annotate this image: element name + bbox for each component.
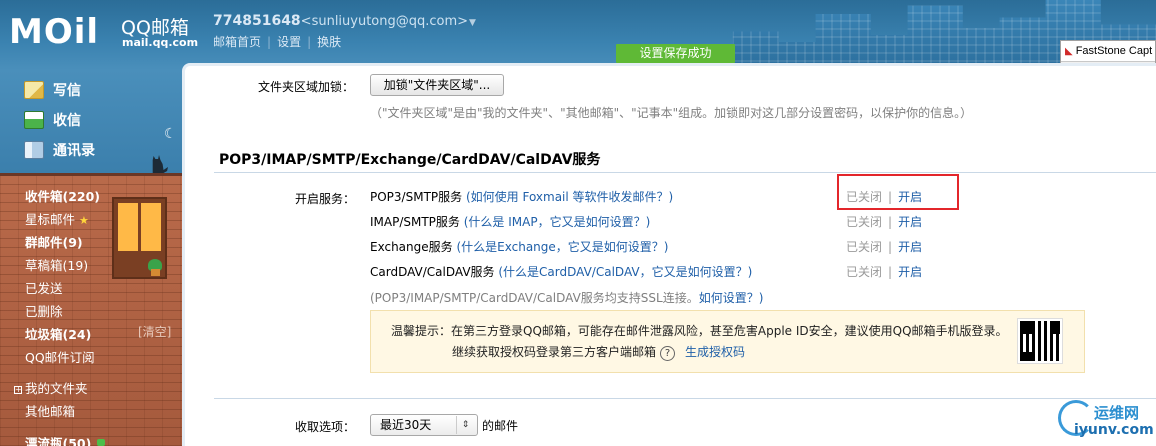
select-updown-icon: ⇕ xyxy=(456,416,474,434)
top-links: 邮箱首页 | 设置 | 换肤 xyxy=(213,35,342,49)
faststone-title: FastStone Capt xyxy=(1075,45,1153,57)
service-help-link[interactable]: (什么是Exchange，它又是如何设置？) xyxy=(456,240,668,254)
faststone-logo-icon: ◣ xyxy=(1065,45,1073,57)
watermark-en: iyunv.com xyxy=(1074,422,1154,438)
lock-label: 文件夹区域加锁： xyxy=(258,80,355,94)
nav-receive[interactable]: 收信 xyxy=(24,108,81,132)
nav-write-label: 写信 xyxy=(53,83,81,99)
qr-code-icon xyxy=(1017,318,1063,364)
lock-hint: （"文件夹区域"是由"我的文件夹"、"其他邮箱"、"记事本"组成。加锁即对这几部… xyxy=(370,106,973,120)
watermark-logo: 运维网 iyunv.com xyxy=(1052,398,1156,446)
account-number: 774851648 xyxy=(213,13,301,29)
enable-exchange-button[interactable]: 开启 xyxy=(898,240,922,254)
service-row-carddav: CardDAV/CalDAV服务 (什么是CardDAV/CalDAV，它又是如… xyxy=(370,263,752,280)
section-divider xyxy=(214,172,1156,173)
folder-inbox[interactable]: 收件箱(220) xyxy=(25,186,100,205)
service-toggle-exchange: 已关闭 | 开启 xyxy=(846,240,923,254)
service-state: 已关闭 xyxy=(846,240,883,254)
star-icon: ★ xyxy=(79,214,89,227)
section-title: POP3/IMAP/SMTP/Exchange/CardDAV/CalDAV服务 xyxy=(219,152,601,168)
ssl-note-text: (POP3/IMAP/SMTP/CardDAV/CalDAV服务均支持SSL连接… xyxy=(370,291,699,305)
link-mail-home[interactable]: 邮箱首页 xyxy=(213,35,261,49)
service-row-pop3: POP3/SMTP服务 (如何使用 Foxmail 等软件收发邮件？) xyxy=(370,188,673,205)
service-help-link[interactable]: (什么是CardDAV/CalDAV，它又是如何设置？) xyxy=(498,265,752,279)
bottom-divider xyxy=(214,398,1156,399)
link-skin[interactable]: 换肤 xyxy=(317,35,341,49)
receive-range-select[interactable]: 最近30天 ⇕ xyxy=(370,414,478,436)
nav-receive-label: 收信 xyxy=(53,113,81,129)
folder-other-mail[interactable]: 其他邮箱 xyxy=(25,401,75,420)
folder-starred-label: 星标邮件 xyxy=(25,212,76,227)
folder-my-folders[interactable]: + 我的文件夹 xyxy=(14,378,88,397)
service-row-exchange: Exchange服务 (什么是Exchange，它又是如何设置？) xyxy=(370,238,668,255)
service-name: IMAP/SMTP服务 xyxy=(370,215,460,229)
notice-line2: 继续获取授权码登录第三方客户端邮箱? 生成授权码 xyxy=(452,343,745,361)
receive-options-label: 收取选项： xyxy=(295,420,356,434)
nav-contacts[interactable]: 通讯录 xyxy=(24,138,95,162)
inbox-download-icon xyxy=(24,111,44,129)
account-dropdown-icon[interactable]: ▼ xyxy=(469,18,476,28)
service-name: CardDAV/CalDAV服务 xyxy=(370,265,495,279)
ssl-note: (POP3/IMAP/SMTP/CardDAV/CalDAV服务均支持SSL连接… xyxy=(370,289,763,306)
link-settings[interactable]: 设置 xyxy=(277,35,301,49)
moon-icon: ☾ xyxy=(164,126,177,142)
receive-suffix: 的邮件 xyxy=(482,419,519,433)
watermark-cn: 运维网 xyxy=(1094,404,1140,422)
account-info[interactable]: 774851648<sunliuyutong@qq.com>▼ xyxy=(213,13,476,29)
account-email: <sunliuyutong@qq.com> xyxy=(300,14,469,29)
lock-folder-area-button[interactable]: 加锁"文件夹区域"... xyxy=(370,74,504,96)
service-toggle-imap: 已关闭 | 开启 xyxy=(846,215,923,229)
nav-write[interactable]: 写信 xyxy=(24,78,81,102)
pencil-icon xyxy=(24,81,44,99)
service-toggle-carddav: 已关闭 | 开启 xyxy=(846,265,923,279)
service-help-link[interactable]: (什么是 IMAP，它又是如何设置？) xyxy=(464,215,651,229)
service-state: 已关闭 xyxy=(846,265,883,279)
security-notice-box xyxy=(370,310,1085,373)
folder-spam[interactable]: 垃圾箱(24) xyxy=(25,324,91,343)
folder-subscriptions[interactable]: QQ邮件订阅 xyxy=(25,347,95,366)
service-help-link[interactable]: (如何使用 Foxmail 等软件收发邮件？) xyxy=(466,190,673,204)
saved-toast: 设置保存成功 xyxy=(616,44,735,63)
faststone-titlebar[interactable]: ◣ FastStone Capt xyxy=(1061,41,1155,62)
folder-drafts[interactable]: 草稿箱(19) xyxy=(25,255,88,274)
ssl-howto-link[interactable]: 如何设置？) xyxy=(699,291,764,305)
logo-mail[interactable]: MOil xyxy=(9,14,99,50)
enable-services-label: 开启服务： xyxy=(295,192,356,206)
folder-group[interactable]: 群邮件(9) xyxy=(25,232,83,251)
spam-clear-link[interactable]: [清空] xyxy=(138,323,171,340)
enable-carddav-button[interactable]: 开启 xyxy=(898,265,922,279)
folder-my-folders-label: 我的文件夹 xyxy=(25,381,88,396)
notice-line2-text: 继续获取授权码登录第三方客户端邮箱 xyxy=(452,345,657,359)
folder-drift-bottle[interactable]: 漂流瓶(50) xyxy=(25,433,91,446)
address-book-icon xyxy=(24,141,44,159)
service-name: Exchange服务 xyxy=(370,240,453,254)
receive-range-value: 最近30天 xyxy=(380,418,432,432)
folder-deleted[interactable]: 已删除 xyxy=(25,301,63,320)
service-state: 已关闭 xyxy=(846,215,883,229)
expand-plus-icon[interactable]: + xyxy=(14,386,22,394)
window-decoration xyxy=(112,197,167,279)
folder-sent[interactable]: 已发送 xyxy=(25,278,63,297)
nav-contacts-label: 通讯录 xyxy=(53,143,95,159)
folder-starred[interactable]: 星标邮件 ★ xyxy=(25,209,89,228)
help-question-icon[interactable]: ? xyxy=(660,346,676,361)
drift-bottle-badge-icon xyxy=(97,439,105,446)
generate-auth-code-link[interactable]: 生成授权码 xyxy=(685,345,745,359)
service-name: POP3/SMTP服务 xyxy=(370,190,463,204)
logo-url: mail.qq.com xyxy=(122,36,199,49)
highlight-box xyxy=(837,174,959,210)
enable-imap-button[interactable]: 开启 xyxy=(898,215,922,229)
notice-line1: 温馨提示：在第三方登录QQ邮箱，可能存在邮件泄露风险，甚至危害Apple ID安… xyxy=(391,324,1008,338)
service-row-imap: IMAP/SMTP服务 (什么是 IMAP，它又是如何设置？) xyxy=(370,213,650,230)
